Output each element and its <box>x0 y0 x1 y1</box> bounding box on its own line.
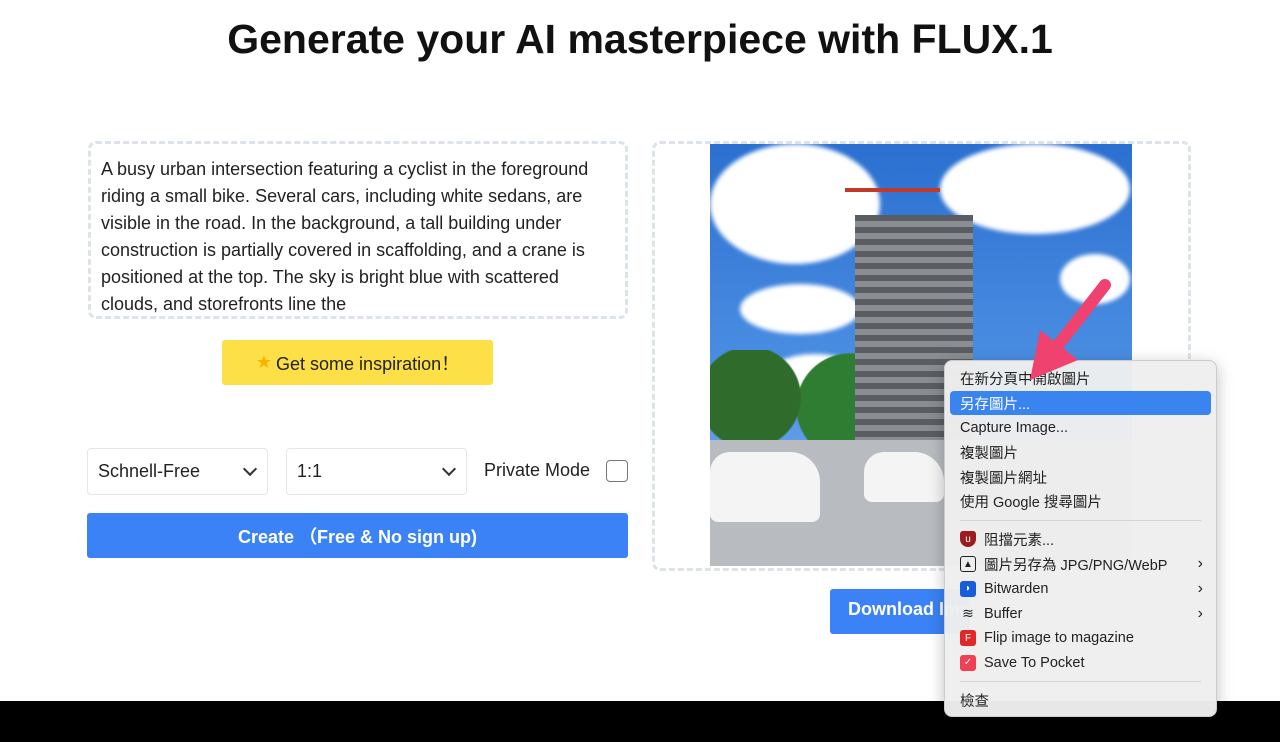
menu-label: Save To Pocket <box>984 654 1085 671</box>
star-icon: ★ <box>255 352 273 372</box>
car <box>710 452 820 522</box>
menu-item-inspect[interactable]: 檢查 <box>950 688 1211 713</box>
menu-separator <box>960 681 1201 683</box>
ratio-value: 1:1 <box>297 461 323 481</box>
pointer-arrow-icon <box>1030 279 1111 380</box>
menu-label: 圖片另存為 JPG/PNG/WebP <box>984 557 1168 574</box>
menu-item-capture-image[interactable]: Capture Image... <box>950 415 1211 440</box>
menu-item-block-element[interactable]: u 阻擋元素... <box>950 527 1211 552</box>
private-mode-checkbox[interactable] <box>606 460 628 482</box>
chevron-down-icon <box>441 461 457 477</box>
model-select[interactable]: Schnell-Free <box>87 448 268 495</box>
menu-label: Bitwarden <box>984 580 1049 597</box>
chevron-right-icon: › <box>1197 579 1203 597</box>
aspect-ratio-select[interactable]: 1:1 <box>286 448 467 495</box>
chevron-right-icon: › <box>1197 555 1203 573</box>
bitwarden-icon: ◗ <box>960 580 976 597</box>
menu-label: Buffer <box>984 605 1023 622</box>
menu-item-google-search-image[interactable]: 使用 Google 搜尋圖片 <box>950 489 1211 514</box>
menu-label: 複製圖片網址 <box>960 470 1047 487</box>
menu-label: 另存圖片... <box>960 396 1031 413</box>
menu-label: 阻擋元素... <box>984 532 1055 549</box>
menu-label: Flip image to magazine <box>984 630 1134 647</box>
ublock-icon: u <box>960 531 976 548</box>
menu-item-buffer[interactable]: ≋ Buffer › <box>950 601 1211 626</box>
menu-item-save-image[interactable]: 另存圖片... <box>950 390 1211 416</box>
page-title: Generate your AI masterpiece with FLUX.1 <box>227 16 1053 62</box>
car <box>864 452 944 502</box>
pocket-icon: ✓ <box>960 654 976 671</box>
menu-item-bitwarden[interactable]: ◗ Bitwarden › <box>950 577 1211 602</box>
model-value: Schnell-Free <box>98 461 201 481</box>
create-button[interactable]: Create （Free & No sign up) <box>87 513 628 558</box>
inspiration-label: Get some inspiration！ <box>276 353 460 374</box>
prompt-textarea[interactable]: A busy urban intersection featuring a cy… <box>88 141 628 319</box>
private-mode-label: Private Mode <box>484 460 591 480</box>
menu-label: Capture Image... <box>960 419 1068 436</box>
menu-item-pocket[interactable]: ✓ Save To Pocket <box>950 651 1211 676</box>
menu-label: 檢查 <box>960 694 989 711</box>
menu-separator <box>960 520 1201 522</box>
menu-item-copy-image[interactable]: 複製圖片 <box>950 440 1211 465</box>
chevron-down-icon <box>242 461 258 477</box>
menu-item-copy-image-url[interactable]: 複製圖片網址 <box>950 465 1211 490</box>
menu-item-save-as-format[interactable]: ▲ 圖片另存為 JPG/PNG/WebP › <box>950 552 1211 577</box>
image-icon: ▲ <box>960 556 976 573</box>
flipboard-icon: F <box>960 630 976 647</box>
buffer-icon: ≋ <box>962 605 974 622</box>
menu-item-flipboard[interactable]: F Flip image to magazine <box>950 626 1211 651</box>
context-menu: 在新分頁中開啟圖片 另存圖片... Capture Image... 複製圖片 … <box>944 360 1217 717</box>
inspiration-button[interactable]: ★ Get some inspiration！ <box>222 340 493 385</box>
menu-label: 使用 Google 搜尋圖片 <box>960 495 1102 512</box>
chevron-right-icon: › <box>1197 604 1203 622</box>
crane <box>845 188 940 192</box>
menu-label: 複製圖片 <box>960 445 1018 462</box>
